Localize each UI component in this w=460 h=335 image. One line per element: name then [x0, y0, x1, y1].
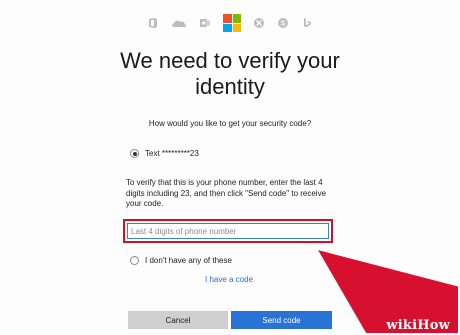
microsoft-logo-icon	[223, 14, 241, 32]
no-option-label[interactable]: I don't have any of these	[145, 256, 232, 265]
send-code-button[interactable]: Send code	[231, 311, 332, 329]
page-title-line1: We need to verify your	[120, 48, 340, 73]
xbox-icon	[254, 18, 264, 28]
have-code-link[interactable]: I have a code	[205, 275, 253, 284]
phone-digits-input[interactable]	[127, 223, 329, 239]
no-option-radio[interactable]	[130, 256, 139, 265]
security-code-question: How would you like to get your security …	[148, 119, 312, 128]
wikihow-watermark: wikiHow	[386, 318, 450, 333]
page-title-line2: identity	[195, 74, 265, 99]
svg-text:S: S	[281, 21, 286, 28]
microsoft-apps-bar: S	[0, 14, 460, 32]
bing-icon	[304, 18, 311, 28]
text-option-radio[interactable]	[130, 149, 139, 158]
verification-instructions: To verify that this is your phone number…	[126, 178, 327, 208]
verify-identity-page: S We need to verify your identity How wo…	[0, 0, 460, 335]
outlook-icon	[200, 19, 210, 27]
office-icon	[149, 18, 157, 28]
skype-icon: S	[278, 18, 288, 28]
onedrive-icon	[172, 20, 186, 27]
phone-input-highlight	[123, 219, 333, 243]
cancel-button[interactable]: Cancel	[128, 311, 228, 329]
text-option-label[interactable]: Text *********23	[145, 149, 199, 158]
